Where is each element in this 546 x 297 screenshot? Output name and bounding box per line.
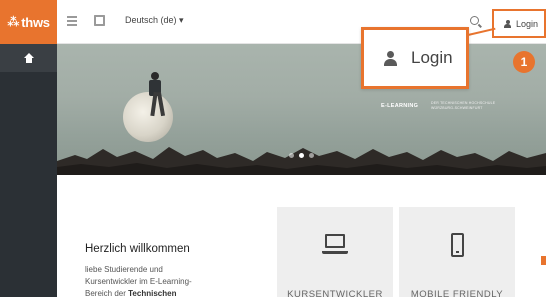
sidebar	[0, 44, 57, 297]
welcome-text: liebe Studierende und Kursentwickler im …	[85, 265, 192, 297]
search-icon[interactable]	[470, 16, 479, 25]
login-label: Login	[516, 18, 539, 29]
home-icon	[23, 53, 34, 63]
card-label: KURSENTWICKLER	[287, 289, 383, 297]
carousel-dot-active[interactable]	[299, 153, 304, 158]
laptop-icon	[322, 234, 348, 256]
person-figure	[145, 72, 169, 118]
step-number-badge: 1	[513, 51, 535, 73]
feature-card-mobile-friendly[interactable]: MOBILE FRIENDLY	[399, 207, 515, 297]
welcome-heading: Herzlich willkommen	[85, 243, 190, 255]
mobile-icon	[451, 233, 464, 257]
login-callout-label: Login	[411, 48, 453, 67]
thws-logo-icon: ⁂	[7, 15, 20, 29]
feature-card-kursentwickler[interactable]: KURSENTWICKLER	[277, 207, 393, 297]
user-icon	[504, 19, 511, 28]
carousel-dot[interactable]	[309, 153, 314, 158]
hero-brand-subtitle: DER TECHNISCHEN HOCHSCHULE WÜRZBURG-SCHW…	[431, 101, 496, 110]
carousel-indicators	[289, 153, 314, 158]
login-callout: Login	[361, 27, 469, 89]
language-selector[interactable]: Deutsch (de) ▾	[125, 15, 184, 26]
menu-toggle-icon[interactable]	[67, 16, 77, 26]
hero-banner: E-LEARNING DER TECHNISCHEN HOCHSCHULE WÜ…	[57, 44, 546, 175]
thws-logo[interactable]: ⁂ thws	[0, 0, 57, 44]
card-label: MOBILE FRIENDLY	[410, 289, 504, 297]
hero-brand-title: E-LEARNING	[381, 103, 419, 109]
carousel-dot[interactable]	[289, 153, 294, 158]
sidebar-item-home[interactable]	[0, 44, 57, 72]
login-button[interactable]: Login	[492, 9, 546, 38]
logo-text: thws	[21, 14, 50, 30]
scroll-accent[interactable]	[541, 256, 546, 265]
fullscreen-icon[interactable]	[94, 15, 105, 26]
user-icon	[384, 50, 397, 66]
